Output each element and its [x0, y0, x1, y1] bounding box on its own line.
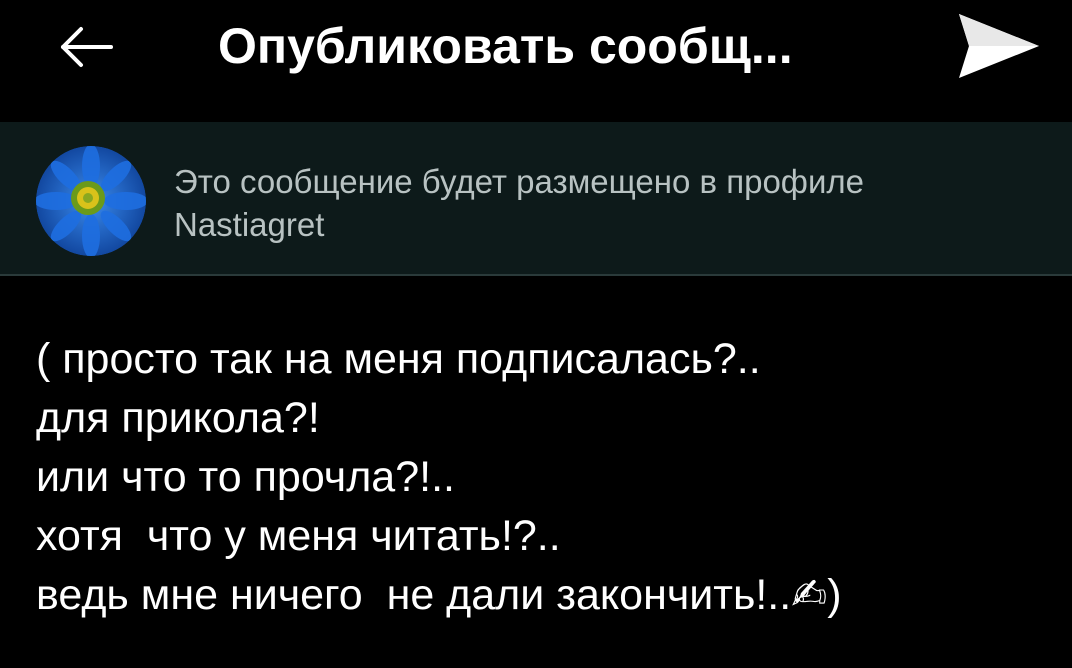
- message-line: для прикола?!: [36, 394, 320, 442]
- message-line: ( просто так на меня подписалась?..: [36, 335, 761, 383]
- page-title: Опубликовать сообщ...: [218, 18, 793, 74]
- profile-notice-label: Это сообщение будет размещено в профиле: [174, 163, 865, 200]
- profile-notice-text: Это сообщение будет размещено в профиле …: [174, 160, 1054, 246]
- flower-avatar-icon: [36, 146, 146, 256]
- top-app-bar: Опубликовать сообщ...: [0, 0, 1072, 122]
- send-icon: [959, 14, 1039, 78]
- back-button[interactable]: [50, 18, 120, 76]
- profile-username: Nastiagret: [174, 206, 325, 243]
- message-line: хотя что у меня читать!?..: [36, 512, 561, 560]
- message-line: или что то прочла?!..: [36, 453, 455, 501]
- profile-notice-bar: Это сообщение будет размещено в профиле …: [0, 122, 1072, 276]
- arrow-left-icon: [61, 27, 113, 67]
- send-button[interactable]: [948, 8, 1048, 84]
- avatar[interactable]: [36, 146, 146, 256]
- message-body[interactable]: ( просто так на меня подписалась?.. для …: [36, 330, 1056, 625]
- message-line: ведь мне ничего не дали закончить!..✍): [36, 571, 842, 619]
